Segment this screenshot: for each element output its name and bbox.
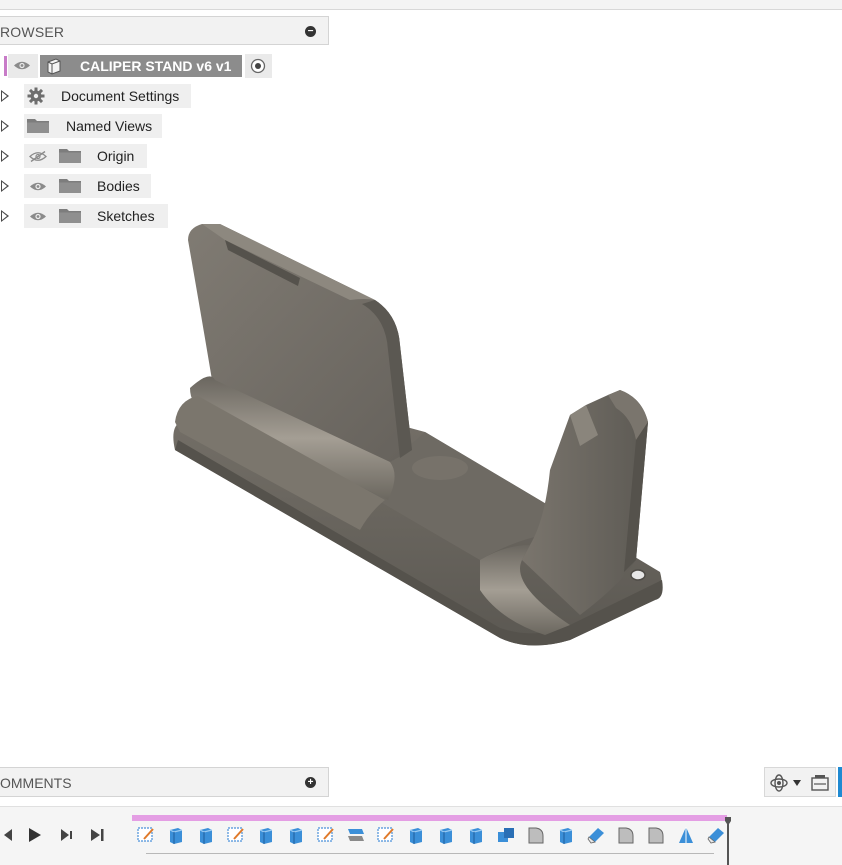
timeline-extrude-icon[interactable]	[436, 825, 456, 845]
sketches-label: Sketches	[97, 208, 155, 224]
expand-arrow-icon[interactable]	[1, 120, 9, 132]
step-forward-icon[interactable]	[59, 827, 75, 843]
navigation-toolbar	[764, 767, 836, 797]
view-accent-bar	[838, 767, 842, 797]
step-back-icon[interactable]	[0, 827, 16, 843]
expand-arrow-icon[interactable]	[1, 90, 9, 102]
named-views-label: Named Views	[66, 118, 153, 134]
timeline-draft-icon[interactable]	[676, 825, 696, 845]
root-visibility-toggle[interactable]	[8, 54, 38, 78]
caliper-stand-3d-model[interactable]	[150, 200, 680, 670]
timeline	[0, 806, 842, 865]
comments-title: OMMENTS	[0, 775, 72, 791]
bodies-label: Bodies	[97, 178, 140, 194]
eye-icon	[14, 61, 30, 70]
expand-arrow-icon[interactable]	[1, 210, 9, 222]
display-settings-icon[interactable]	[810, 773, 830, 793]
document-settings-label: Document Settings	[61, 88, 180, 104]
timeline-fillet-icon[interactable]	[526, 825, 546, 845]
go-to-end-icon[interactable]	[89, 827, 105, 843]
timeline-track[interactable]	[132, 815, 727, 821]
play-icon[interactable]	[27, 827, 43, 843]
browser-item-bodies[interactable]: Bodies	[0, 174, 152, 198]
origin-label: Origin	[97, 148, 135, 164]
browser-item-sketches[interactable]: Sketches	[0, 204, 169, 228]
timeline-extrude-icon[interactable]	[406, 825, 426, 845]
timeline-marker[interactable]	[725, 817, 731, 865]
folder-icon	[59, 209, 81, 223]
gear-icon	[27, 87, 45, 105]
browser-item-document-settings[interactable]: Document Settings	[0, 84, 192, 108]
chevron-down-icon[interactable]	[793, 780, 801, 786]
timeline-split-icon[interactable]	[346, 825, 366, 845]
eye-icon[interactable]	[29, 181, 47, 192]
top-divider	[0, 0, 842, 10]
folder-icon	[27, 119, 49, 133]
active-indicator	[4, 56, 7, 76]
timeline-extrude-icon[interactable]	[166, 825, 186, 845]
timeline-sketch-icon[interactable]	[316, 825, 336, 845]
radio-target-icon	[250, 58, 266, 74]
comments-panel-header[interactable]: OMMENTS +	[0, 767, 329, 797]
timeline-sketch-icon[interactable]	[376, 825, 396, 845]
timeline-extrude-icon[interactable]	[466, 825, 486, 845]
browser-title: ROWSER	[0, 24, 65, 40]
timeline-fillet-icon[interactable]	[616, 825, 636, 845]
timeline-combine-icon[interactable]	[496, 825, 516, 845]
browser-item-named-views[interactable]: Named Views	[0, 114, 163, 138]
timeline-fillet-icon[interactable]	[646, 825, 666, 845]
browser-panel-header[interactable]: ROWSER −	[0, 16, 329, 45]
component-icon	[47, 58, 61, 75]
root-component-label: CALIPER STAND v6 v1	[80, 58, 232, 74]
expand-arrow-icon[interactable]	[1, 150, 9, 162]
browser-item-origin[interactable]: Origin	[0, 144, 148, 168]
eye-icon[interactable]	[29, 211, 47, 222]
plus-circle-icon[interactable]: +	[305, 777, 316, 788]
timeline-chamfer-icon[interactable]	[706, 825, 726, 845]
timeline-sketch-icon[interactable]	[226, 825, 246, 845]
browser-root-component[interactable]: CALIPER STAND v6 v1	[0, 54, 272, 78]
eye-hidden-icon[interactable]	[29, 151, 47, 162]
folder-icon	[59, 149, 81, 163]
timeline-extrude-icon[interactable]	[556, 825, 576, 845]
timeline-extrude-icon[interactable]	[196, 825, 216, 845]
minus-circle-icon[interactable]: −	[305, 26, 316, 37]
folder-icon	[59, 179, 81, 193]
timeline-extrude-icon[interactable]	[256, 825, 276, 845]
timeline-chamfer-icon[interactable]	[586, 825, 606, 845]
expand-arrow-icon[interactable]	[1, 180, 9, 192]
orbit-icon[interactable]	[769, 773, 789, 793]
timeline-extrude-icon[interactable]	[286, 825, 306, 845]
activate-component-button[interactable]	[245, 54, 272, 78]
timeline-sketch-icon[interactable]	[136, 825, 156, 845]
timeline-ruler	[146, 853, 714, 854]
